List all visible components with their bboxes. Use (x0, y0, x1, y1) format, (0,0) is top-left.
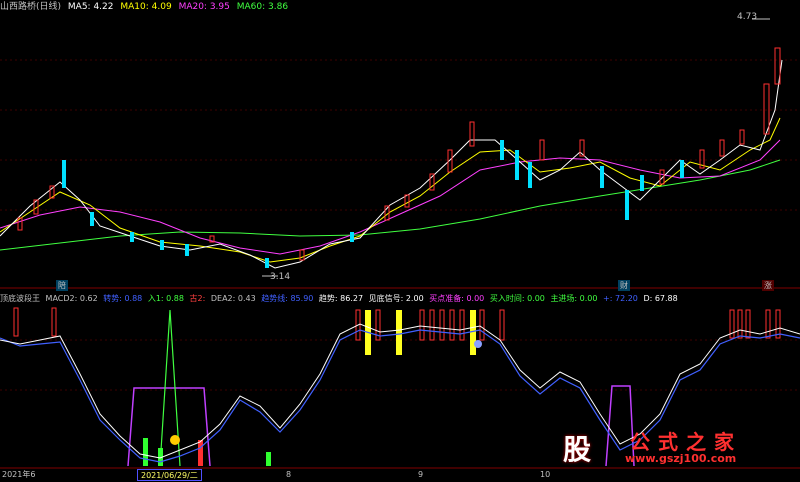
candles (17, 47, 781, 268)
logo-name: 公式之家 (630, 430, 742, 454)
trendline-value: 趋势线: 85.90 (261, 294, 314, 303)
gu2-value: 古2: (189, 294, 206, 303)
watermark-logo: 股 公式之家 www.gszj100.com (555, 426, 780, 466)
zhuanshi-value: 转势: 0.88 (103, 294, 143, 303)
axis-label-sep: 9 (418, 470, 424, 479)
indicator-legend: 顶底波段王 MACD2: 0.62 转势: 0.88 入1: 0.88 古2: … (0, 293, 800, 305)
high-price-label: 4.73 (737, 12, 758, 22)
axis-label-oct: 10 (540, 470, 551, 479)
axis-label-jun: 2021年6 (2, 470, 36, 479)
low-price-label: 3.14 (270, 272, 291, 282)
blue-marker (474, 340, 482, 348)
ru1-value: 入1: 0.88 (147, 294, 184, 303)
buy-prep-value: 买点准备: 0.00 (429, 294, 485, 303)
chart-canvas[interactable] (0, 0, 800, 481)
ma20-line (0, 139, 781, 255)
buy-time-value: 买入时间: 0.00 (489, 294, 545, 303)
dea2-value: DEA2: 0.43 (210, 294, 256, 303)
main-entry-value: 主进场: 0.00 (550, 294, 598, 303)
d-value: D: 67.88 (643, 294, 678, 303)
logo-url: www.gszj100.com (625, 452, 737, 465)
marker-badge-pei: 陪 (56, 280, 68, 291)
ma10-line (0, 117, 781, 263)
marker-badge-zhang: 涨 (762, 280, 774, 291)
logo-glyph: 股 (563, 433, 592, 466)
trend-value: 趋势: 86.27 (318, 294, 364, 303)
selected-date-box[interactable]: 2021/06/29/二 (137, 469, 202, 481)
marker-badge-cai: 财 (618, 280, 630, 291)
bottom-signal-value: 见底信号: 2.00 (368, 294, 424, 303)
plus-value: +: 72.20 (603, 294, 638, 303)
indicator-name[interactable]: 顶底波段王 (0, 294, 40, 303)
axis-label-aug: 8 (286, 470, 292, 479)
smile-marker (170, 435, 180, 445)
macd2-value: MACD2: 0.62 (45, 294, 98, 303)
